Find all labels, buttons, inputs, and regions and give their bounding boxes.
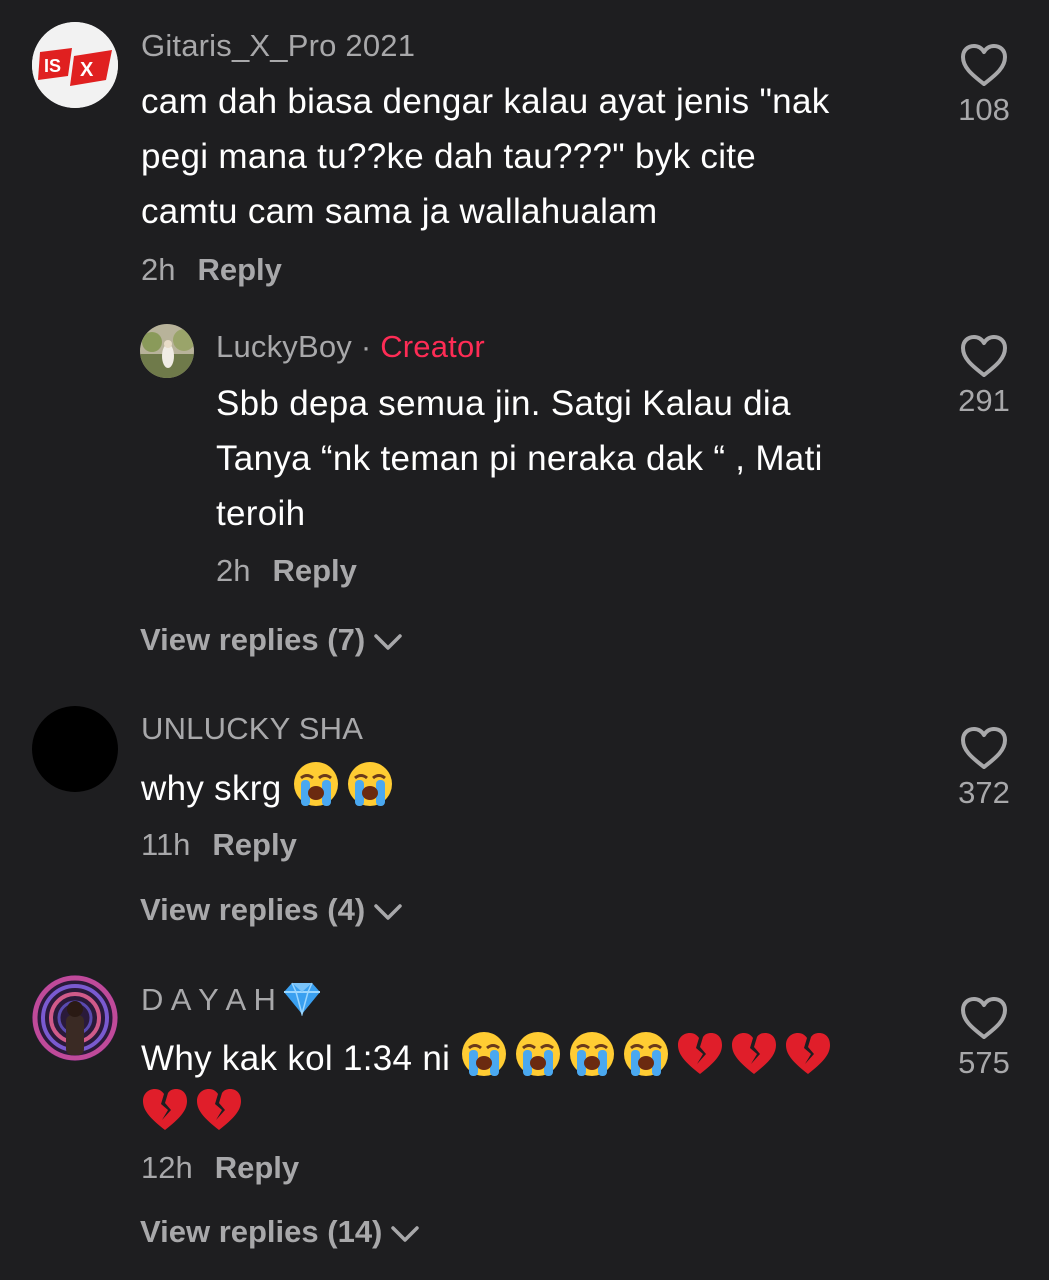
like-count: 291 xyxy=(958,383,1010,418)
svg-text:IS: IS xyxy=(44,56,61,76)
username: D A Y A H xyxy=(141,980,324,1018)
view-replies-button[interactable]: View replies (14) xyxy=(140,1214,420,1250)
username: LuckyBoy · Creator xyxy=(216,329,485,365)
broken-heart-icon xyxy=(676,1030,724,1078)
comment-text-line: Why kak kol 1:34 ni xyxy=(141,1030,921,1086)
chevron-down-icon xyxy=(374,634,402,650)
loudly-crying-face-icon xyxy=(346,760,394,808)
avatar[interactable] xyxy=(32,975,118,1061)
reply-text-line: Sbb depa semua jin. Satgi Kalau dia xyxy=(216,384,791,423)
avatar[interactable]: IS X xyxy=(32,22,118,108)
view-replies-button[interactable]: View replies (4) xyxy=(140,892,403,928)
separator: · xyxy=(360,329,372,364)
timestamp: 2h xyxy=(216,553,251,588)
creator-badge: Creator xyxy=(380,329,485,364)
reply-text-line: teroih xyxy=(216,494,306,533)
view-replies-label: View replies (4) xyxy=(140,892,366,927)
username[interactable]: Gitaris_X_Pro 2021 xyxy=(141,28,415,64)
view-replies-button[interactable]: View replies (7) xyxy=(140,622,403,658)
comment-text: cam dah biasa dengar kalau ayat jenis "n… xyxy=(141,74,921,239)
comment-text-line: camtu cam sama ja wallahualam xyxy=(141,192,658,231)
avatar[interactable] xyxy=(140,324,194,378)
comment-meta: 11h Reply xyxy=(141,827,297,863)
reply-text: Sbb depa semua jin. Satgi Kalau dia Tany… xyxy=(216,376,916,541)
view-replies-label: View replies (14) xyxy=(140,1214,383,1249)
timestamp: 2h xyxy=(141,252,176,287)
heart-icon xyxy=(961,727,1007,769)
comment-text-line xyxy=(141,1086,921,1142)
reply-username[interactable]: LuckyBoy xyxy=(216,329,352,364)
timestamp: 12h xyxy=(141,1150,193,1185)
comment-text: why skrg xyxy=(141,760,921,816)
heart-icon xyxy=(961,44,1007,86)
like-button[interactable]: 372 xyxy=(939,725,1029,811)
loudly-crying-face-icon xyxy=(460,1030,508,1078)
comment-text-line: cam dah biasa dengar kalau ayat jenis "n… xyxy=(141,82,830,121)
like-button[interactable]: 108 xyxy=(939,42,1029,128)
broken-heart-icon xyxy=(784,1030,832,1078)
reply-button[interactable]: Reply xyxy=(215,1150,299,1185)
view-replies-label: View replies (7) xyxy=(140,622,366,657)
comment-text-content: Why kak kol 1:34 ni xyxy=(141,1039,451,1078)
reply-button[interactable]: Reply xyxy=(197,252,281,287)
comment-meta: 2h Reply xyxy=(141,252,282,288)
loudly-crying-face-icon xyxy=(622,1030,670,1078)
heart-icon xyxy=(961,335,1007,377)
like-count: 108 xyxy=(958,92,1010,127)
loudly-crying-face-icon xyxy=(292,760,340,808)
svg-text:X: X xyxy=(80,59,94,81)
comment-text-line: pegi mana tu??ke dah tau???" byk cite xyxy=(141,137,757,176)
chevron-down-icon xyxy=(391,1226,420,1242)
broken-heart-icon xyxy=(195,1086,243,1134)
reply-button[interactable]: Reply xyxy=(272,553,356,588)
avatar[interactable] xyxy=(32,706,118,792)
chevron-down-icon xyxy=(374,904,402,920)
username[interactable]: UNLUCKY SHA xyxy=(141,711,363,747)
timestamp: 11h xyxy=(141,827,191,862)
broken-heart-icon xyxy=(141,1086,189,1134)
like-count: 575 xyxy=(958,1045,1010,1080)
like-button[interactable]: 291 xyxy=(939,333,1029,419)
comment-text-content: why skrg xyxy=(141,769,282,808)
heart-icon xyxy=(961,997,1007,1039)
like-button[interactable]: 575 xyxy=(939,995,1029,1081)
reply-text-line: Tanya “nk teman pi neraka dak “ , Mati xyxy=(216,439,823,478)
username-text[interactable]: D A Y A H xyxy=(141,982,276,1017)
reply-meta: 2h Reply xyxy=(216,553,357,589)
comment-meta: 12h Reply xyxy=(141,1150,299,1186)
loudly-crying-face-icon xyxy=(514,1030,562,1078)
gem-stone-icon xyxy=(284,982,321,1016)
broken-heart-icon xyxy=(730,1030,778,1078)
loudly-crying-face-icon xyxy=(568,1030,616,1078)
like-count: 372 xyxy=(958,775,1010,810)
comment-text: Why kak kol 1:34 ni xyxy=(141,1030,921,1142)
reply-button[interactable]: Reply xyxy=(212,827,296,862)
